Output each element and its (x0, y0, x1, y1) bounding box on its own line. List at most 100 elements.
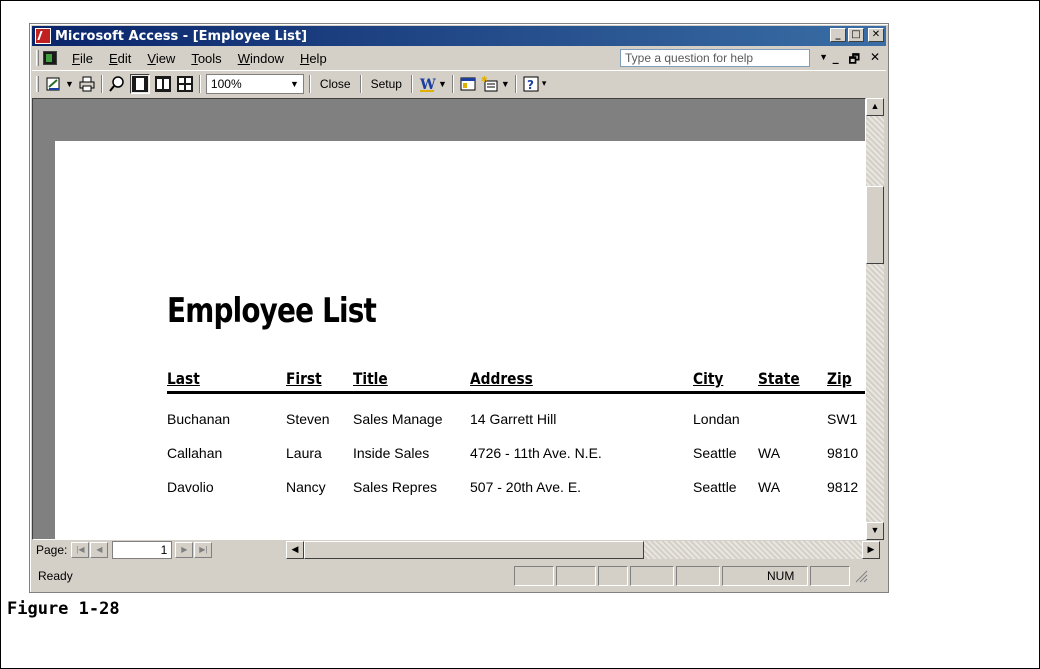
num-lock-indicator: NUM (722, 566, 808, 586)
column-header-last: Last (167, 369, 200, 388)
vertical-scrollbar[interactable]: ▲ ▼ (866, 98, 884, 540)
toolbar-separator (359, 74, 362, 93)
database-window-button[interactable] (459, 74, 477, 94)
close-preview-button[interactable]: Close (316, 74, 355, 94)
cell-zip: 9810 (827, 445, 859, 461)
scroll-up-button[interactable]: ▲ (866, 98, 884, 116)
page-label: Page: (36, 543, 68, 557)
menu-help[interactable]: Help (293, 51, 336, 66)
one-page-button[interactable] (129, 73, 150, 94)
column-header-title: Title (353, 369, 388, 388)
menu-tools[interactable]: Tools (184, 51, 230, 66)
cell-city: Seattle (693, 445, 737, 461)
print-preview-area[interactable]: Employee List Last First Title Address C… (32, 98, 866, 540)
zoom-icon (109, 75, 124, 92)
cell-address: 14 Garrett Hill (470, 411, 557, 427)
help-question-input[interactable]: Type a question for help (620, 49, 810, 67)
last-page-button[interactable]: ▶| (194, 542, 213, 558)
menu-view[interactable]: View (140, 51, 184, 66)
cell-city: Seattle (693, 479, 737, 495)
cell-last: Davolio (167, 479, 214, 495)
zoom-dropdown-icon[interactable]: ▼ (290, 75, 299, 93)
previous-page-button[interactable]: ◀ (90, 542, 109, 558)
access-app-icon[interactable] (35, 28, 51, 44)
resize-grip-icon[interactable] (854, 569, 868, 583)
report-document-icon[interactable] (43, 51, 57, 65)
status-panel (810, 566, 850, 586)
menu-window[interactable]: Window (231, 51, 293, 66)
menubar-grip[interactable] (36, 50, 39, 66)
toolbar-separator (514, 74, 517, 93)
title-bar[interactable]: Microsoft Access - [Employee List] _ □ ✕ (32, 26, 886, 46)
toolbar-separator (410, 74, 413, 93)
print-icon (79, 76, 95, 91)
svg-text:?: ? (527, 78, 534, 92)
maximize-button[interactable]: □ (848, 28, 864, 42)
print-preview-toolbar: ▼ 100% ▼ Close Setup W ▼ ✱ ▼ ? ▾ (32, 70, 886, 96)
doc-close-button[interactable]: ✕ (870, 50, 880, 71)
view-button[interactable]: ▼ (45, 74, 74, 94)
cell-address: 4726 - 11th Ave. N.E. (470, 445, 602, 461)
scroll-down-button[interactable]: ▼ (866, 522, 884, 540)
next-page-button[interactable]: ▶ (175, 542, 194, 558)
close-window-button[interactable]: ✕ (868, 28, 884, 42)
office-links-dropdown-icon[interactable]: ▼ (438, 79, 447, 89)
help-icon: ? (523, 76, 539, 92)
view-icon (46, 77, 60, 90)
multiple-pages-button[interactable] (176, 74, 194, 94)
column-header-zip: Zip (827, 369, 852, 388)
new-object-button[interactable]: ✱ ▼ (481, 74, 510, 94)
menu-bar: File Edit View Tools Window Help Type a … (32, 48, 886, 68)
setup-button[interactable]: Setup (367, 74, 406, 94)
minimize-button[interactable]: _ (830, 28, 846, 42)
office-links-button[interactable]: W ▼ (418, 74, 447, 94)
report-page: Employee List Last First Title Address C… (55, 141, 865, 539)
status-panel (630, 566, 674, 586)
toolbar-separator (308, 74, 311, 93)
view-dropdown-icon[interactable]: ▼ (65, 79, 74, 89)
figure-caption: Figure 1-28 (7, 599, 120, 619)
menu-edit[interactable]: Edit (102, 51, 140, 66)
cell-first: Nancy (286, 479, 326, 495)
multiple-pages-icon (176, 75, 193, 92)
new-object-dropdown-icon[interactable]: ▼ (501, 79, 510, 89)
help-button[interactable]: ? ▾ (522, 74, 547, 94)
help-dropdown-icon[interactable]: ▼ (819, 52, 828, 62)
new-object-icon: ✱ (481, 75, 498, 91)
zoom-button[interactable] (108, 74, 126, 94)
column-header-address: Address (470, 369, 533, 388)
toolbar-grip[interactable] (36, 75, 39, 92)
menu-file[interactable]: File (65, 51, 102, 66)
cell-last: Callahan (167, 445, 223, 461)
toolbar-separator (198, 74, 201, 93)
status-bar: Ready NUM (32, 564, 886, 588)
toolbar-options-icon[interactable]: ▾ (542, 78, 547, 89)
svg-text:✱: ✱ (481, 75, 488, 84)
one-page-icon (131, 75, 148, 92)
status-text: Ready (38, 569, 73, 583)
zoom-combo[interactable]: 100% ▼ (205, 73, 304, 94)
cell-title: Inside Sales (353, 445, 430, 461)
access-window: Microsoft Access - [Employee List] _ □ ✕… (29, 23, 889, 593)
doc-minimize-button[interactable]: _ (833, 50, 839, 71)
two-pages-button[interactable] (154, 74, 172, 94)
scroll-right-button[interactable]: ▶ (862, 541, 880, 559)
status-panel (556, 566, 596, 586)
status-panel (514, 566, 554, 586)
print-button[interactable] (78, 74, 96, 94)
doc-restore-button[interactable]: 🗗 (849, 50, 860, 71)
cell-address: 507 - 20th Ave. E. (470, 479, 582, 495)
horizontal-scrollbar[interactable]: ◀ ▶ (286, 541, 880, 559)
figure-frame: Microsoft Access - [Employee List] _ □ ✕… (0, 0, 1040, 669)
page-number-input[interactable]: 1 (112, 541, 173, 559)
cell-zip: 9812 (827, 479, 859, 495)
toolbar-separator (100, 74, 103, 93)
zoom-select[interactable]: 100% ▼ (205, 73, 304, 94)
horizontal-scroll-thumb[interactable] (304, 541, 644, 559)
first-page-button[interactable]: |◀ (71, 542, 90, 558)
vertical-scroll-thumb[interactable] (866, 186, 884, 264)
report-title: Employee List (167, 291, 377, 331)
cell-state: WA (758, 445, 781, 461)
scroll-left-button[interactable]: ◀ (286, 541, 304, 559)
column-header-state: State (758, 369, 800, 388)
